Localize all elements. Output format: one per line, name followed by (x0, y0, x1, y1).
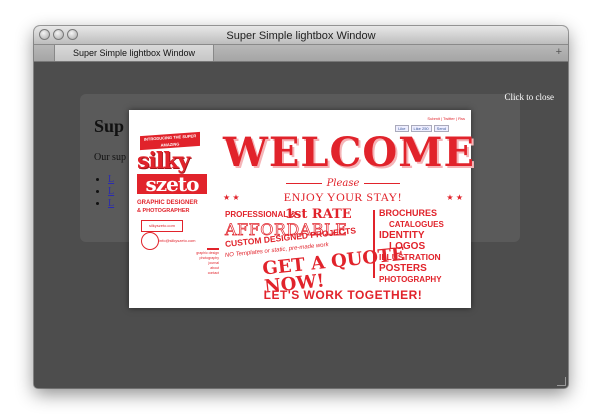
underlying-page-text: Our sup (94, 152, 126, 163)
seal-icon (141, 232, 159, 250)
enjoy-text: ENJOY YOUR STAY! (283, 190, 403, 204)
service-item: CATALOGUES (389, 220, 444, 229)
role-line-1: GRAPHIC DESIGNER (137, 200, 198, 206)
poster-divider (373, 210, 375, 278)
underlying-link[interactable]: L (108, 198, 114, 209)
service-item: PHOTOGRAPHY (379, 275, 442, 284)
logo-bottom-text: szeto (137, 174, 207, 194)
service-item: POSTERS (379, 263, 427, 274)
title-bar[interactable]: Super Simple lightbox Window (34, 26, 568, 45)
please-text: Please (219, 178, 467, 189)
service-item: IDENTITY (379, 230, 425, 241)
lightbox-sidebar: INTRODUCING THE SUPER AMAZING silky szet… (137, 131, 219, 284)
list-item: L (108, 174, 114, 186)
lightbox-panel: Submit | Twitter | Rss Like Like 250 Sen… (129, 110, 475, 308)
browser-window: Super Simple lightbox Window Super Simpl… (34, 26, 568, 388)
lightbox-top-nav[interactable]: Submit | Twitter | Rss (427, 116, 465, 121)
underlying-page-list: L L L (108, 174, 114, 210)
list-item: L (108, 198, 114, 210)
tab-bar: Super Simple lightbox Window + (34, 45, 568, 62)
welcome-poster: WELCOME Please ★ ★ ENJOY YOUR STAY! ★ ★ … (219, 129, 475, 305)
role-line-2: & PHOTOGRAPHER (137, 208, 190, 214)
sidebar-nav-item[interactable]: contact (189, 271, 219, 276)
welcome-heading: WELCOME (223, 129, 475, 176)
service-item: BROCHURES (379, 208, 438, 218)
work-together-text: LET'S WORK TOGETHER! (263, 288, 423, 302)
list-item: L (108, 186, 114, 198)
service-item: LOGOS (389, 241, 426, 252)
zoom-window-button[interactable] (67, 29, 78, 40)
underlying-page-heading: Sup (94, 116, 125, 136)
sidebar-nav: graphic design photography journal about… (189, 248, 219, 276)
logo-top-text: silky (137, 148, 190, 174)
email-link[interactable]: info@silkyszeto.com (159, 238, 196, 243)
resize-grip-icon[interactable] (557, 377, 566, 386)
underlying-link[interactable]: L (108, 186, 114, 197)
underlying-link[interactable]: L (108, 174, 114, 185)
services-list: BROCHURES CATALOGUES IDENTITY LOGOS ILLU… (379, 208, 465, 285)
click-to-close-link[interactable]: Click to close (505, 92, 555, 102)
page-viewport: Sup Our sup L L L Click to close Submit … (34, 62, 568, 388)
minimize-window-button[interactable] (53, 29, 64, 40)
service-item: ILLUSTRATION (379, 252, 441, 262)
star-icon: ★ ★ (446, 193, 463, 202)
new-tab-button[interactable]: + (556, 45, 562, 60)
close-window-button[interactable] (39, 29, 50, 40)
website-box[interactable]: silkyszeto.com (141, 220, 183, 232)
tab-active[interactable]: Super Simple lightbox Window (54, 45, 214, 61)
window-title: Super Simple lightbox Window (226, 30, 376, 42)
nav-bar-icon (207, 248, 219, 250)
